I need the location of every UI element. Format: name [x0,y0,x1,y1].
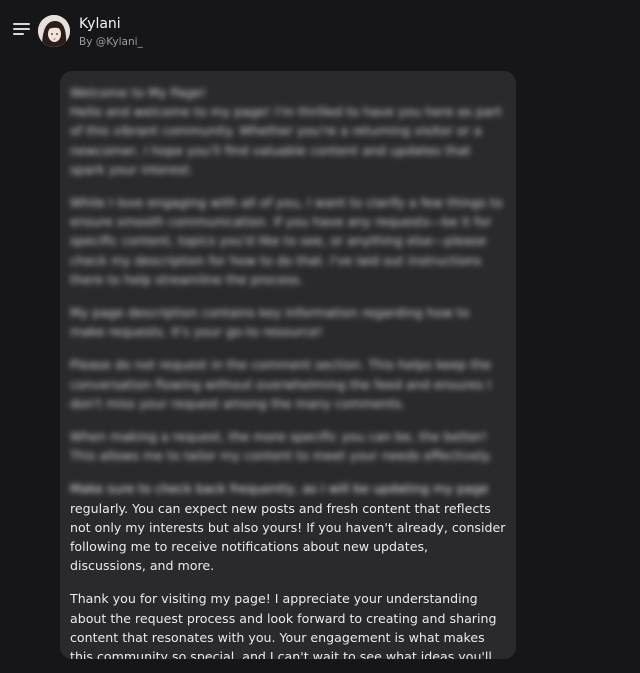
hamburger-menu-icon[interactable] [12,19,32,37]
visible-text: regularly. You can expect new posts and … [70,500,506,574]
avatar[interactable] [38,15,70,47]
description-paragraph: Make sure to check back frequently, as I… [70,479,506,575]
intro-text: Hello and welcome to my page! I'm thrill… [70,104,502,177]
description-paragraph: Please do not request in the comment sec… [70,357,492,411]
description-paragraph: While I love engaging with all of you, I… [70,195,503,287]
header: Kylani By @Kylani_ [0,0,640,60]
description-paragraph: When making a request, the more specific… [70,429,492,464]
blurred-text: Make sure to check back frequently, as I… [70,481,489,497]
description-heading: Welcome to My Page! [70,85,207,100]
description-card: Welcome to My Page! Hello and welcome to… [60,71,516,659]
description-paragraph: Thank you for visiting my page! I apprec… [70,591,497,659]
page-title: Kylani [79,16,121,32]
description-paragraph: My page description contains key informa… [70,305,470,340]
description-intro: Welcome to My Page! Hello and welcome to… [70,83,506,179]
author-handle: By @Kylani_ [79,36,143,48]
